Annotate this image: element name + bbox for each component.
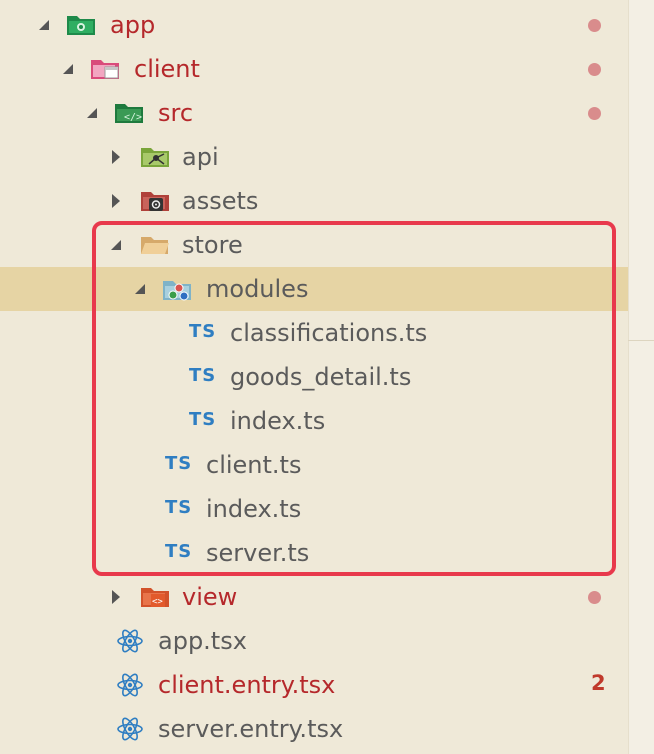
tree-item-label: assets bbox=[182, 187, 259, 215]
react-icon bbox=[116, 715, 146, 741]
tree-item-assets[interactable]: assets bbox=[0, 179, 628, 223]
react-icon bbox=[116, 671, 146, 697]
tree-item-client[interactable]: client bbox=[0, 47, 628, 91]
html-view-folder-icon: <> bbox=[140, 583, 170, 609]
tree-item-src[interactable]: </> src bbox=[0, 91, 628, 135]
tree-item-label: app.tsx bbox=[158, 627, 247, 655]
chevron-right-icon[interactable] bbox=[109, 590, 123, 604]
tree-item-label: app bbox=[110, 11, 156, 39]
assets-folder-icon bbox=[140, 187, 170, 213]
tree-item-label: server.entry.tsx bbox=[158, 715, 344, 743]
chevron-down-icon[interactable] bbox=[61, 62, 75, 76]
modified-dot bbox=[588, 19, 601, 32]
svg-text:<>: <> bbox=[152, 597, 163, 607]
tree-item-label: view bbox=[182, 583, 238, 611]
tree-item-label: src bbox=[158, 99, 194, 127]
tree-item-label: client.entry.tsx bbox=[158, 671, 336, 699]
tree-item-api[interactable]: api bbox=[0, 135, 628, 179]
svg-text:</>: </> bbox=[124, 112, 142, 123]
green-src-folder-icon: </> bbox=[114, 99, 144, 125]
tree-item-view[interactable]: <> view bbox=[0, 575, 628, 619]
chevron-down-icon[interactable] bbox=[85, 106, 99, 120]
tree-item-label: api bbox=[182, 143, 219, 171]
pink-client-folder-icon bbox=[90, 55, 120, 81]
tree-item-label: client bbox=[134, 55, 200, 83]
edge-divider bbox=[628, 340, 654, 341]
chevron-right-icon[interactable] bbox=[109, 150, 123, 164]
modified-dot bbox=[588, 107, 601, 120]
chevron-down-icon[interactable] bbox=[37, 18, 51, 32]
editor-gutter-edge bbox=[628, 0, 654, 754]
green-app-folder-icon bbox=[66, 11, 96, 37]
tree-item-server-entry-tsx[interactable]: server.entry.tsx bbox=[0, 707, 628, 751]
modified-dot bbox=[588, 63, 601, 76]
api-folder-icon bbox=[140, 143, 170, 169]
tree-item-app[interactable]: app bbox=[0, 3, 628, 47]
tree-item-app-tsx[interactable]: app.tsx bbox=[0, 619, 628, 663]
problems-count-badge: 2 bbox=[591, 671, 606, 695]
file-explorer: app client </> src api assets store modu… bbox=[0, 0, 654, 754]
tree-item-client-entry-tsx[interactable]: client.entry.tsx 2 bbox=[0, 663, 628, 707]
react-icon bbox=[116, 627, 146, 653]
chevron-right-icon[interactable] bbox=[109, 194, 123, 208]
modified-dot bbox=[588, 591, 601, 604]
annotation-highlight-box bbox=[92, 221, 616, 576]
